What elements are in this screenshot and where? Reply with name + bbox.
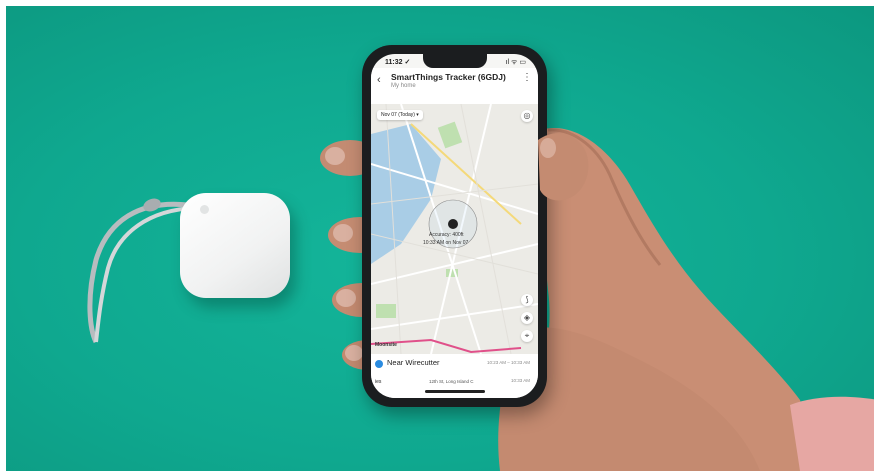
list-item-title: Near Wirecutter <box>387 358 440 367</box>
phone-notch <box>423 54 487 68</box>
locate-icon[interactable]: ⌖ <box>521 330 533 342</box>
phone-screen: 11:32 ✓ ıl ᯤ ▭ ‹ SmartThings Tracker (6G… <box>371 54 538 398</box>
image-border-top <box>0 0 878 6</box>
date-selector[interactable]: Nov 07 (Today) ▾ <box>377 110 423 120</box>
status-time: 11:32 ✓ <box>385 59 411 66</box>
map-graphic <box>371 104 538 354</box>
image-border-right <box>874 0 878 471</box>
layers-icon[interactable]: ◈ <box>521 312 533 324</box>
smartphone: 11:32 ✓ ıl ᯤ ▭ ‹ SmartThings Tracker (6G… <box>362 45 547 407</box>
list-item[interactable]: Near Wirecutter 10:23 AM – 10:33 AM <box>371 356 538 374</box>
location-accuracy-label: Accuracy: 400ft <box>429 232 464 238</box>
back-arrow-icon[interactable]: ‹ <box>377 74 381 86</box>
app-subtitle: My home <box>391 83 416 89</box>
status-icons: ıl ᯤ ▭ <box>505 59 526 66</box>
app-title: SmartThings Tracker (6GDJ) <box>391 72 506 82</box>
app-header: ‹ SmartThings Tracker (6GDJ) My home ⋮ <box>371 68 538 104</box>
list-item-title: ies <box>375 379 382 385</box>
list-item-time: 10:23 AM – 10:33 AM <box>486 360 530 365</box>
location-dot-icon <box>448 219 458 229</box>
compass-icon[interactable]: ◎ <box>521 110 533 122</box>
home-indicator <box>425 390 485 393</box>
image-border-left <box>0 0 6 471</box>
photo-scene: 11:32 ✓ ıl ᯤ ▭ ‹ SmartThings Tracker (6G… <box>0 0 878 471</box>
more-vert-icon[interactable]: ⋮ <box>522 72 532 83</box>
location-time-label: 10:33 AM on Nov 07 <box>423 240 469 246</box>
map-view[interactable]: Nov 07 (Today) ▾ Accuracy: 400ft 10:33 A… <box>371 104 538 354</box>
list-item-address: 12th St, Long Island C <box>429 379 474 384</box>
list-item-time: 10:33 AM <box>510 378 530 383</box>
map-area-label: Moonsite <box>375 342 397 348</box>
location-pin-icon <box>375 360 383 368</box>
route-icon[interactable]: ⟆ <box>521 294 533 306</box>
